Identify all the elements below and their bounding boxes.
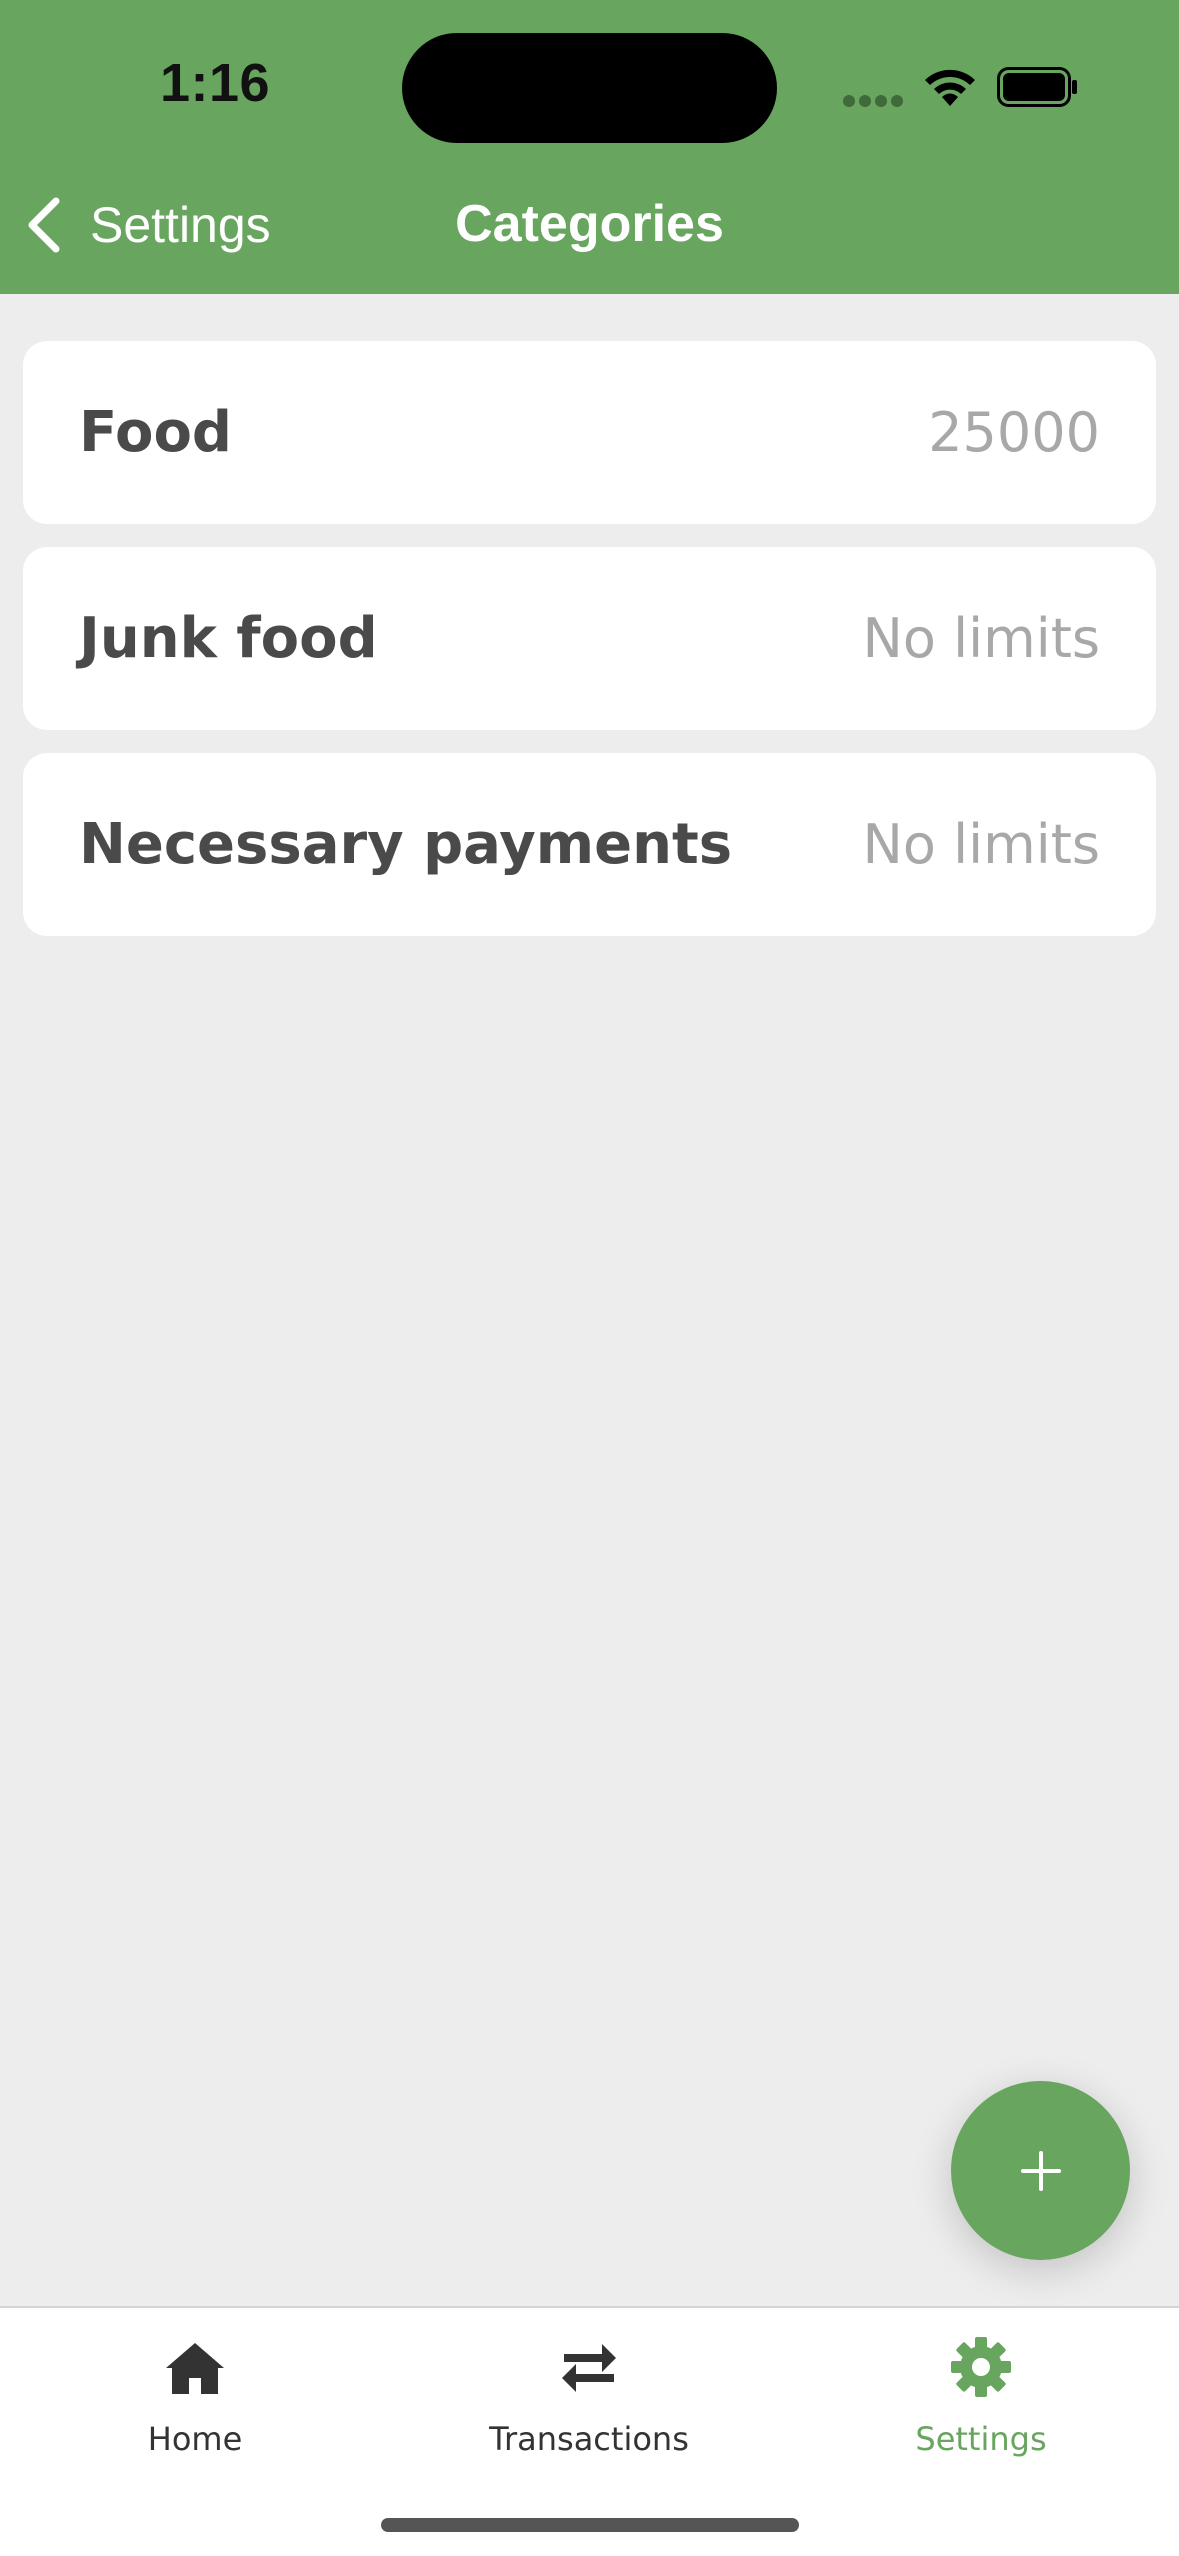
wifi-icon (925, 69, 975, 106)
category-name: Junk food (79, 606, 378, 671)
home-icon (166, 2343, 224, 2394)
gear-icon (951, 2337, 1011, 2397)
chevron-left-icon (28, 197, 60, 253)
status-time: 1:16 (160, 53, 271, 113)
battery-icon (997, 67, 1077, 107)
cellular-signal-icon (843, 95, 903, 107)
tab-home-label: Home (147, 2420, 243, 2458)
navigation-bar: Categories Settings (0, 180, 1179, 274)
swap-arrows-icon (562, 2344, 616, 2392)
home-indicator (381, 2518, 799, 2532)
category-name: Necessary payments (79, 812, 733, 877)
tab-settings[interactable]: Settings (831, 2308, 1131, 2468)
back-button-label: Settings (90, 197, 271, 253)
category-row-junk-food[interactable]: Junk food No limits (23, 547, 1156, 730)
tab-home[interactable]: Home (45, 2308, 345, 2468)
category-name: Food (79, 400, 233, 465)
tab-transactions-label: Transactions (489, 2420, 689, 2458)
header: 1:16 Categories Settings (0, 0, 1179, 294)
dynamic-island (402, 33, 777, 143)
tab-settings-label: Settings (915, 2420, 1047, 2458)
category-limit: No limits (862, 813, 1100, 876)
plus-icon (1020, 2150, 1061, 2191)
category-list: Food 25000 Junk food No limits Necessary… (23, 341, 1156, 959)
category-limit: No limits (862, 607, 1100, 670)
tab-transactions[interactable]: Transactions (439, 2308, 739, 2468)
category-row-food[interactable]: Food 25000 (23, 341, 1156, 524)
category-limit: 25000 (928, 401, 1100, 464)
add-category-button[interactable] (951, 2081, 1130, 2260)
category-row-necessary-payments[interactable]: Necessary payments No limits (23, 753, 1156, 936)
back-button[interactable]: Settings (22, 190, 292, 260)
